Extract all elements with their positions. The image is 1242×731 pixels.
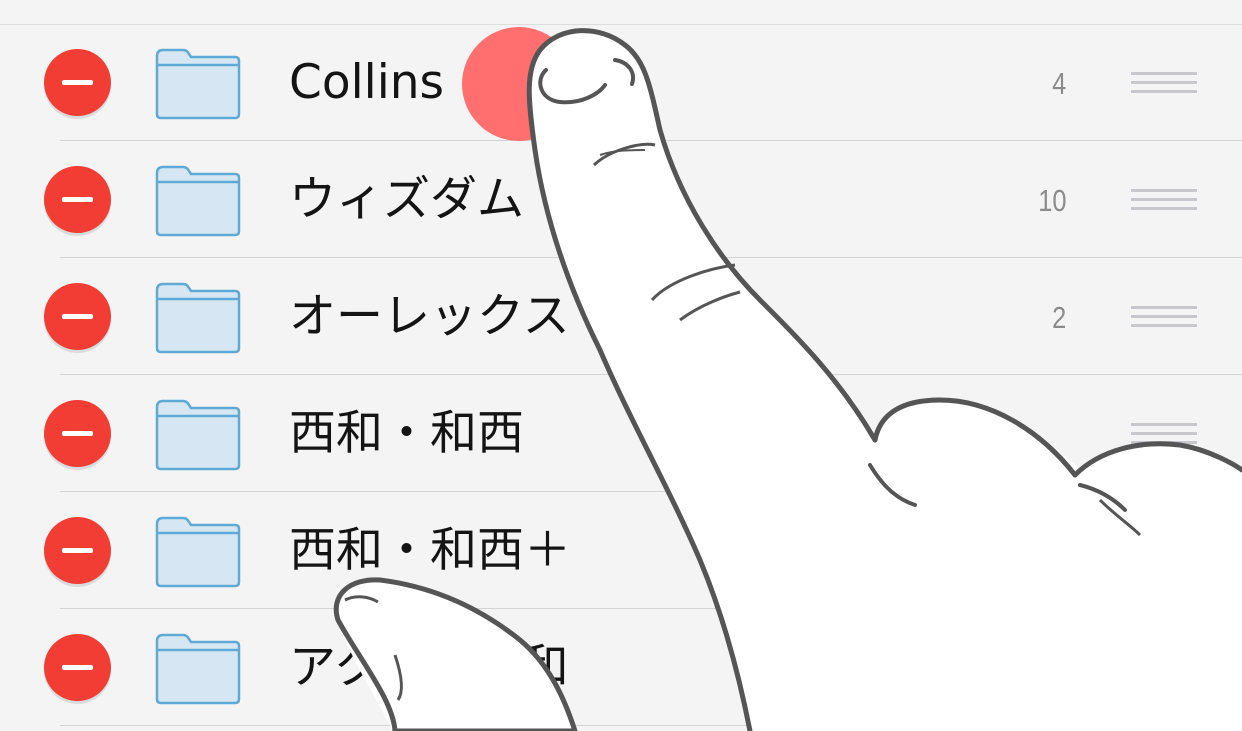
delete-button[interactable] [44,283,111,350]
reorder-handle-icon[interactable] [1131,72,1197,94]
reorder-handle-icon[interactable] [1131,306,1197,328]
list-item[interactable]: アクセス独和 [0,609,1242,726]
top-bar [0,0,1242,25]
minus-icon [62,314,93,319]
minus-icon [62,197,93,202]
folder-icon [155,46,241,120]
folder-icon [155,631,241,705]
reorder-handle-icon[interactable] [1131,657,1197,679]
folder-name: ウィズダム [289,172,524,227]
folder-name: アクセス独和 [289,640,569,695]
item-count: 2 [1051,300,1066,335]
item-count: 10 [1037,183,1066,218]
minus-icon [62,431,93,436]
delete-button[interactable] [44,634,111,701]
folder-icon [155,163,241,237]
folder-list: Collins 4 ウィズダム 10 オーレックス 2 西和・和西 西和・和西＋… [0,24,1242,726]
list-item[interactable]: 西和・和西 [0,375,1242,492]
minus-icon [62,80,93,85]
delete-button[interactable] [44,49,111,116]
list-item[interactable]: Collins 4 [0,24,1242,141]
folder-icon [155,397,241,471]
delete-button[interactable] [44,166,111,233]
reorder-handle-icon[interactable] [1131,540,1197,562]
list-item[interactable]: 西和・和西＋ [0,492,1242,609]
reorder-handle-icon[interactable] [1131,189,1197,211]
folder-name: 西和・和西 [289,406,524,461]
folder-icon [155,514,241,588]
screen: Collins 4 ウィズダム 10 オーレックス 2 西和・和西 西和・和西＋… [0,0,1242,731]
delete-button[interactable] [44,400,111,467]
folder-icon [155,280,241,354]
reorder-handle-icon[interactable] [1131,423,1197,445]
item-count: 4 [1051,66,1066,101]
delete-button[interactable] [44,517,111,584]
folder-name: 西和・和西＋ [289,523,571,578]
folder-name: オーレックス [289,289,570,344]
minus-icon [62,665,93,670]
touch-indicator [462,27,576,141]
list-item[interactable]: ウィズダム 10 [0,141,1242,258]
folder-name: Collins [289,55,445,110]
list-item[interactable]: オーレックス 2 [0,258,1242,375]
minus-icon [62,548,93,553]
